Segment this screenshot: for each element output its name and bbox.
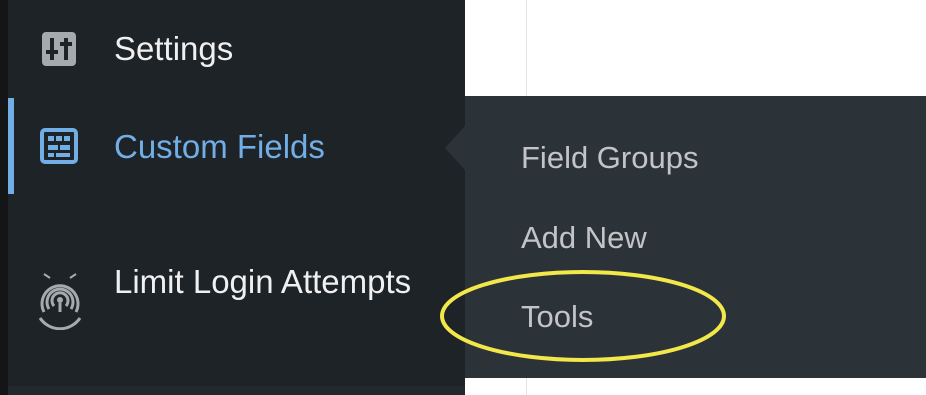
sidebar-item-label: Settings [114,30,234,67]
submenu-item-add-new[interactable]: Add New [521,220,647,256]
sidebar-bottom-edge [8,386,465,395]
custom-fields-submenu: Field Groups Add New Tools [465,96,926,378]
settings-icon [38,28,80,70]
submenu-item-tools[interactable]: Tools [521,299,593,335]
sidebar-item-label: Custom Fields [114,128,325,165]
sidebar-item-custom-fields[interactable]: Custom Fields [8,98,465,194]
sidebar-item-settings[interactable]: Settings [8,22,465,72]
limit-login-icon [34,272,86,331]
submenu-item-field-groups[interactable]: Field Groups [521,140,698,176]
custom-fields-icon [38,125,80,167]
left-edge [0,0,8,395]
admin-menu-screenshot: Settings Custom Fields Limit Login Attem… [0,0,926,395]
sidebar-item-label: Limit Login Attempts [114,263,412,300]
active-indicator [8,98,14,194]
flyout-pointer [445,126,465,170]
content-divider [526,0,527,96]
sidebar-item-limit-login-attempts[interactable]: Limit Login Attempts [8,250,465,360]
admin-sidebar: Settings Custom Fields Limit Login Attem… [8,0,465,395]
content-divider [526,378,527,395]
